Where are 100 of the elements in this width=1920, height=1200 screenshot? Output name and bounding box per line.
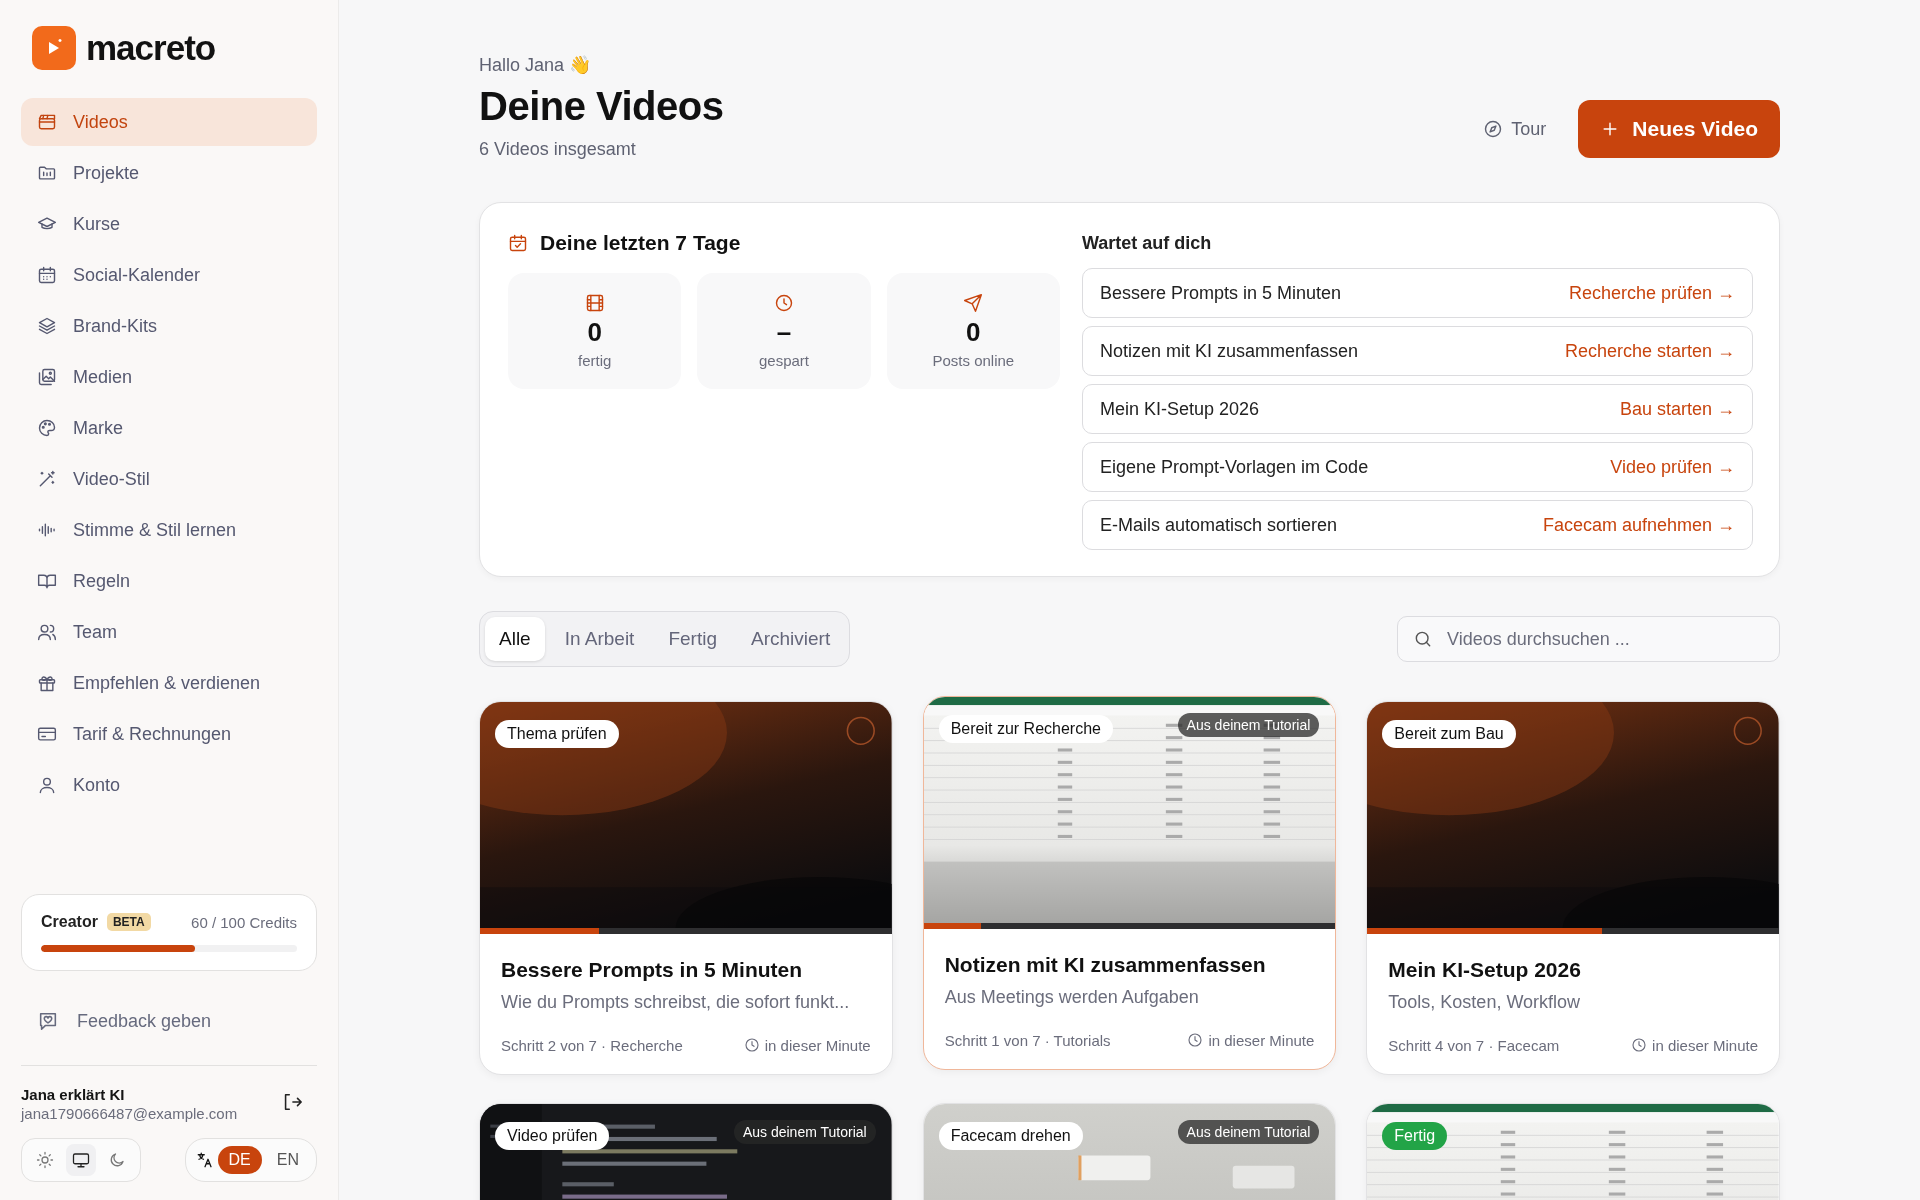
stat-value: 0 [966,317,981,348]
video-subtitle: Wie du Prompts schreibst, die sofort funkt... [501,991,851,1015]
folder-icon [37,163,57,183]
action-link[interactable]: Facecam aufnehmen → [1542,514,1735,536]
users-icon [37,622,57,642]
video-title: Mein KI-Setup 2026 [1388,957,1582,983]
stat-label: Posts online [932,352,1015,369]
credits-text: 60 / 100 Credits [191,913,297,931]
palette-icon [37,418,57,438]
time-text: in dieser Minute [1208,1031,1315,1049]
new-video-button[interactable]: Neues Video [1578,100,1780,158]
magic-wand-icon [37,469,57,489]
stat-label: fertig [578,352,612,369]
moon-icon [108,1151,126,1169]
brand-name: macreto [86,28,216,68]
filter-tab[interactable]: Fertig [654,617,731,661]
video-card[interactable]: Bereit zum Bau Mein KI-Setup 2026 Tools, Kosten, Workflow Schritt 4 von 7 · Facecam in dieser Minute [1366,701,1780,1075]
time-text: in dieser Minute [764,1036,871,1054]
gift-icon [37,673,57,693]
filter-tab[interactable]: In Arbeit [550,617,649,661]
step-text: Schritt 1 von 7 · Tutorials [944,1031,1111,1049]
language-button[interactable]: DE [217,1146,262,1174]
status-badge: Facecam drehen [938,1121,1083,1150]
stat-value: 0 [587,317,602,348]
source-tag: Aus deinem Tutorial [1177,713,1320,737]
feedback-icon [37,1010,59,1032]
images-icon [37,367,57,387]
sidebar-item[interactable]: Konto [21,761,317,809]
logo-icon [32,26,76,70]
language-button[interactable]: EN [265,1146,310,1174]
clapperboard-icon [37,112,57,132]
credit-card-icon [37,724,57,744]
waiting-item-title: Bessere Prompts in 5 Minuten [1100,282,1342,304]
status-badge: Bereit zum Bau [1382,720,1516,748]
sidebar-item[interactable]: Empfehlen & verdienen [21,659,317,707]
film-icon [584,293,605,313]
clock-icon [743,1037,760,1054]
layers-icon [37,316,57,336]
user-icon [37,775,57,795]
sun-icon [36,1151,54,1169]
step-text: Schritt 4 von 7 · Facecam [1388,1036,1560,1054]
send-icon [963,293,984,313]
user-name: Jana erklärt KI [21,1086,126,1103]
video-subtitle: Aus Meetings werden Aufgaben [944,986,1200,1010]
sidebar-item[interactable]: Tarif & Rechnungen [21,710,317,758]
compass-icon [1483,119,1504,139]
status-badge: Bereit zur Recherche [938,715,1113,743]
status-badge: Thema prüfen [495,720,619,748]
video-title: Notizen mit KI zusammenfassen [944,952,1267,978]
action-link[interactable]: Video prüfen → [1610,456,1735,478]
greeting: Hallo Jana 👋 [479,54,593,76]
sidebar-item[interactable]: Videos [21,98,317,146]
sidebar-item[interactable]: Video-Stil [21,455,317,503]
step-text: Schritt 2 von 7 · Recherche [501,1036,683,1054]
status-badge: Video prüfen [495,1121,610,1150]
stat-label: gespart [758,352,809,369]
feedback-link[interactable]: Feedback geben [21,999,317,1043]
sidebar-item[interactable]: Kurse [21,200,317,248]
waiting-item-title: Notizen mit KI zusammenfassen [1100,340,1359,362]
waiting-item-title: Eigene Prompt-Vorlagen im Code [1100,456,1369,478]
waiting-item-title: Mein KI-Setup 2026 [1100,398,1260,420]
waiting-item-title: E-Mails automatisch sortieren [1100,514,1338,536]
time-text: in dieser Minute [1652,1036,1758,1054]
sidebar-item[interactable]: Projekte [21,149,317,197]
video-card[interactable]: Bereit zur Recherche Aus deinem Tutorial Notizen mit KI zusammenfassen Aus Meetings werden Aufgaben Schritt 1 von 7 · Tutorials in dieser Minute [922,696,1337,1070]
action-link[interactable]: Recherche starten → [1564,340,1735,362]
video-card[interactable]: Thema prüfen Bessere Prompts in 5 Minuten Wie du Prompts schreibst, die sofort funkt... Schritt 2 von 7 · Recherche in dieser Minute [479,701,893,1075]
summary-title: Deine letzten 7 Tage [540,231,741,255]
action-link[interactable]: Recherche prüfen → [1568,282,1735,304]
calendar-icon [37,265,57,285]
sidebar-item[interactable]: Regeln [21,557,317,605]
monitor-icon [72,1151,90,1169]
clock-icon [1631,1037,1648,1054]
sidebar-item[interactable]: Social-Kalender [21,251,317,299]
video-title: Bessere Prompts in 5 Minuten [501,957,804,983]
search-field[interactable]: Videos durchsuchen ... [1397,616,1780,662]
filter-tab[interactable]: Alle [485,617,545,661]
sidebar-item[interactable]: Team [21,608,317,656]
tour-button[interactable]: Tour [1475,110,1555,148]
video-count: 6 Videos insgesamt [479,139,637,160]
page-title: Deine Videos [479,84,724,129]
translate-icon [195,1151,214,1169]
calendar-check-icon [508,233,528,253]
theme-button[interactable] [66,1144,96,1176]
waiting-title: Wartet auf dich [1082,233,1213,254]
sidebar-item[interactable]: Brand-Kits [21,302,317,350]
stat-value: – [776,317,792,348]
action-link[interactable]: Bau starten → [1619,398,1735,420]
sidebar-item[interactable]: Stimme & Stil lernen [21,506,317,554]
user-email: jana1790666487@example.com [21,1105,238,1122]
video-card[interactable]: Video prüfen Aus deinem Tutorial [479,1102,893,1200]
video-card[interactable]: Facecam drehen Aus deinem Tutorial [922,1102,1337,1200]
sidebar-item[interactable]: Marke [21,404,317,452]
sidebar-item[interactable]: Medien [21,353,317,401]
clock-icon [774,293,794,313]
beta-badge: BETA [106,913,151,931]
clock-icon [1187,1032,1204,1049]
plan-name: Creator [41,913,98,931]
book-icon [37,571,57,591]
filter-tab[interactable]: Archiviert [737,617,845,661]
